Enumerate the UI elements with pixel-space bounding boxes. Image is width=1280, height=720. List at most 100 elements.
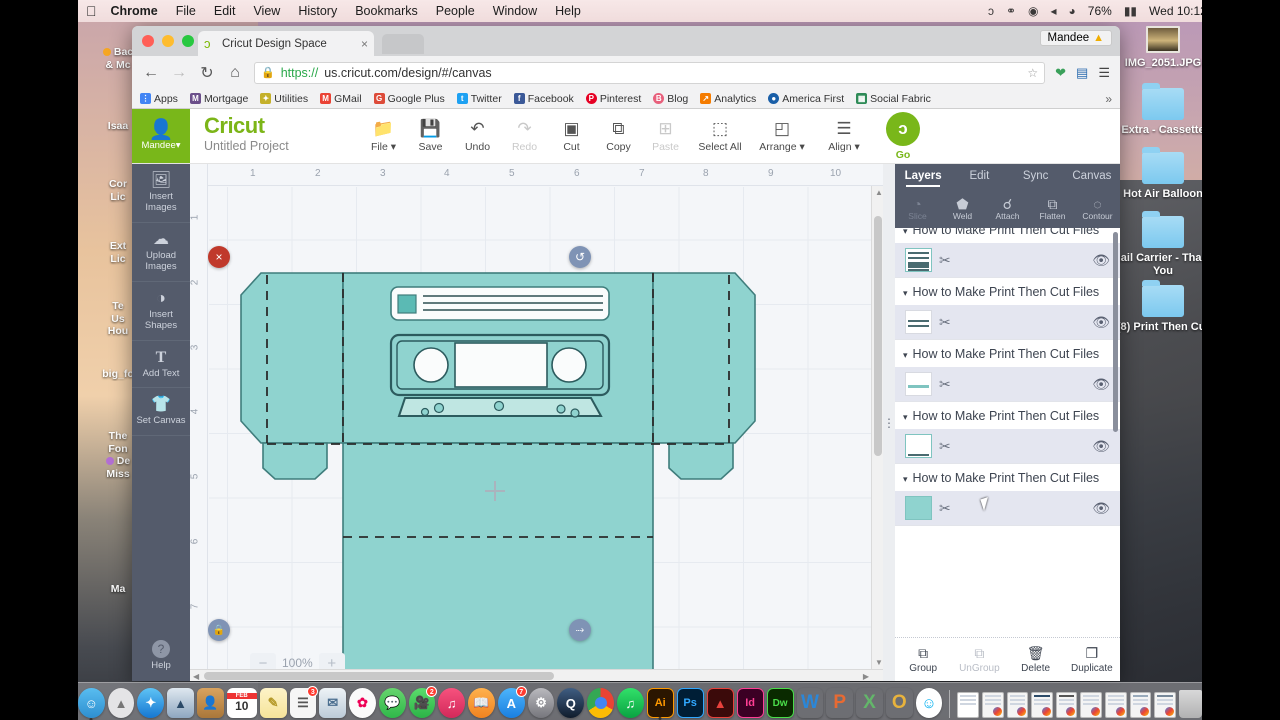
menu-edit[interactable]: Edit: [214, 4, 236, 18]
dock-outlook[interactable]: O: [886, 688, 913, 718]
paste-button[interactable]: ⊞ Paste: [642, 119, 689, 153]
dock-finder[interactable]: ☺: [77, 688, 105, 720]
dock-app-store[interactable]: A7: [497, 686, 527, 718]
dock-launchpad[interactable]: ▲: [107, 688, 135, 718]
menu-chrome[interactable]: Chrome: [111, 4, 158, 18]
layers-list[interactable]: ▾ How to Make Print Then Cut Files ✂ 👁 ▾…: [895, 228, 1120, 637]
chevron-down-icon[interactable]: ▾: [903, 350, 908, 361]
dock-excel[interactable]: X: [856, 688, 883, 718]
dock-itunes[interactable]: ♫: [438, 688, 466, 718]
help-button[interactable]: ? Help: [132, 632, 190, 681]
upload-images-button[interactable]: ☁ Upload Images: [132, 223, 190, 282]
menu-view[interactable]: View: [253, 4, 280, 18]
layer-thumbnail[interactable]: [905, 310, 932, 334]
bluetooth-icon[interactable]: ◂: [1051, 4, 1057, 18]
layer-row[interactable]: ✂ 👁: [895, 367, 1120, 401]
record-icon[interactable]: ◉: [1028, 4, 1038, 18]
dock-dreamweaver[interactable]: Dw: [766, 688, 794, 718]
extension-heart-icon[interactable]: ❤: [1055, 65, 1066, 81]
bookmark-mortgage[interactable]: M Mortgage: [189, 93, 248, 105]
scissors-icon[interactable]: ✂: [939, 500, 951, 517]
apple-menu-icon[interactable]: : [86, 4, 97, 18]
dock-minimized-window[interactable]: [1080, 692, 1103, 718]
save-button[interactable]: 💾 Save: [407, 119, 454, 153]
bookmark-pinterest[interactable]: P Pinterest: [585, 93, 641, 105]
bookmarks-overflow-icon[interactable]: »: [1105, 92, 1112, 106]
dock-reminders[interactable]: ☰ 3: [289, 686, 319, 718]
forward-button[interactable]: →: [170, 64, 188, 82]
menu-file[interactable]: File: [176, 4, 196, 18]
chevron-down-icon[interactable]: ▾: [903, 474, 908, 485]
cassette-box-template-artwork[interactable]: [223, 263, 883, 681]
dock-chrome[interactable]: [587, 688, 614, 718]
layer-group-header[interactable]: ▾ How to Make Print Then Cut Files: [895, 340, 1120, 367]
scissors-icon[interactable]: ✂: [939, 314, 951, 331]
bookmark-apps[interactable]: ⋮ Apps: [140, 93, 178, 105]
dock-photos[interactable]: ✿: [349, 688, 376, 718]
group-button[interactable]: ⧉ Group: [895, 645, 951, 674]
menu-help[interactable]: Help: [555, 4, 581, 18]
dock-ibooks[interactable]: 📖: [468, 688, 495, 718]
layer-thumbnail[interactable]: [905, 434, 932, 458]
chrome-menu-icon[interactable]: ☰: [1098, 65, 1110, 81]
visibility-icon[interactable]: 👁: [1092, 500, 1110, 517]
tab-layers[interactable]: Layers: [895, 170, 951, 185]
dock-illustrator[interactable]: Ai: [646, 688, 674, 720]
menu-window[interactable]: Window: [493, 4, 537, 18]
dock-skype[interactable]: ☺: [915, 688, 943, 718]
close-window-button[interactable]: [142, 35, 154, 47]
bookmark-analytics[interactable]: ↗ Analytics: [700, 93, 756, 105]
weld-button[interactable]: ⬟ Weld: [940, 197, 985, 221]
file-button[interactable]: 📁 File ▾: [360, 119, 407, 153]
visibility-icon[interactable]: 👁: [1092, 376, 1110, 393]
copy-button[interactable]: ⧉ Copy: [595, 119, 642, 153]
visibility-icon[interactable]: 👁: [1092, 252, 1110, 269]
delete-selection-handle[interactable]: ×: [208, 246, 230, 268]
chevron-down-icon[interactable]: ▾: [903, 288, 908, 299]
resize-selection-handle[interactable]: ⤑: [569, 619, 591, 641]
layer-group-header[interactable]: ▾ How to Make Print Then Cut Files: [895, 402, 1120, 429]
select-all-button[interactable]: ⬚ Select All: [689, 119, 751, 153]
layer-group[interactable]: ▾ How to Make Print Then Cut Files ✂ 👁: [895, 340, 1120, 402]
lock-aspect-handle[interactable]: 🔒: [208, 619, 230, 641]
delete-button[interactable]: 🗑 Delete: [1008, 645, 1064, 674]
layers-scroll-thumb[interactable]: [1113, 232, 1118, 432]
minimize-window-button[interactable]: [162, 35, 174, 47]
dock-minimized-window[interactable]: [1031, 692, 1053, 718]
layer-group[interactable]: ▾ How to Make Print Then Cut Files ✂ 👁: [895, 278, 1120, 340]
scissors-icon[interactable]: ✂: [939, 438, 951, 455]
menu-people[interactable]: People: [436, 4, 475, 18]
reload-button[interactable]: ↻: [198, 63, 216, 83]
browser-tab-cricut[interactable]: ɔ Cricut Design Space ×: [198, 31, 374, 56]
scissors-icon[interactable]: ✂: [939, 376, 951, 393]
bookmark-facebook[interactable]: f Facebook: [513, 93, 574, 105]
layer-group[interactable]: ▾ How to Make Print Then Cut Files ✂ 👁: [895, 228, 1120, 278]
layer-thumbnail[interactable]: [905, 496, 932, 520]
chevron-down-icon[interactable]: ▾: [903, 228, 908, 237]
scroll-right-icon[interactable]: ▶: [863, 672, 869, 681]
layer-row[interactable]: ✂ 👁: [895, 429, 1120, 463]
scissors-icon[interactable]: ✂: [939, 252, 951, 269]
dock-system-preferences[interactable]: ⚙: [527, 688, 555, 718]
redo-button[interactable]: ↷ Redo: [501, 119, 548, 153]
dock-indesign[interactable]: Id: [736, 688, 764, 718]
layer-group-header[interactable]: ▾ How to Make Print Then Cut Files: [895, 464, 1120, 491]
dock-minimized-window[interactable]: [1105, 692, 1127, 718]
creative-cloud-icon[interactable]: ⚭: [1006, 4, 1016, 18]
profile-button[interactable]: Mandee ▲: [1039, 30, 1112, 46]
dock-notes[interactable]: ✎: [259, 688, 287, 718]
canvas-vertical-scrollbar[interactable]: ▲ ▼: [871, 186, 883, 669]
new-tab-button[interactable]: [382, 34, 424, 54]
dock-minimized-window[interactable]: [1055, 692, 1078, 718]
chevron-down-icon[interactable]: ▾: [903, 412, 908, 423]
dock-preview[interactable]: ▲: [167, 688, 194, 718]
dock-mail[interactable]: ✉: [319, 688, 347, 718]
attach-button[interactable]: ☌ Attach: [985, 197, 1030, 221]
dock-minimized-window[interactable]: [1154, 692, 1176, 718]
dock-word[interactable]: W: [797, 688, 824, 718]
maximize-window-button[interactable]: [182, 35, 194, 47]
project-title[interactable]: Untitled Project: [204, 139, 360, 153]
set-canvas-button[interactable]: 👕 Set Canvas: [132, 388, 190, 437]
dock-acrobat[interactable]: ▲: [706, 688, 734, 718]
cut-button[interactable]: ▣ Cut: [548, 119, 595, 153]
